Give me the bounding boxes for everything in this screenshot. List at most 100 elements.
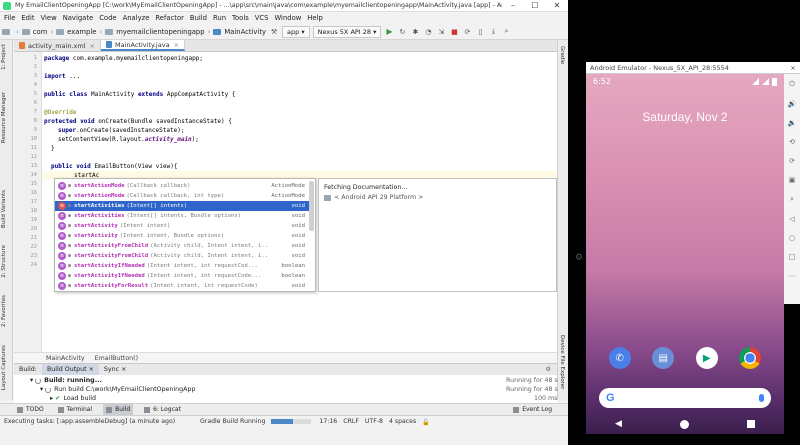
hammer-icon[interactable]: ⚒ bbox=[269, 27, 279, 37]
gear-icon[interactable]: ⚙ bbox=[575, 253, 583, 263]
suggestion-item[interactable]: m ● startActionMode (Callback callback) Acti… bbox=[55, 181, 309, 191]
suggestion-item[interactable]: m ● startActivityIfNeeded (Intent intent, i… bbox=[55, 261, 309, 271]
messages-app-icon[interactable]: ▤ bbox=[652, 347, 675, 369]
autocomplete-popup[interactable]: m ● startActionMode (Callback callback) Acti… bbox=[54, 178, 316, 292]
suggestion-item[interactable]: m ● startActivityIfNeeded (Intent intent, i… bbox=[55, 271, 309, 281]
maximize-button[interactable]: ☐ bbox=[524, 0, 546, 12]
volume-down-icon[interactable]: 🔉 bbox=[788, 119, 797, 127]
suggestion-item[interactable]: m ● startActivityFromChild (Activity child,… bbox=[55, 251, 309, 261]
rotate-left-icon[interactable]: ⟲ bbox=[789, 138, 795, 146]
tool-resource-manager[interactable]: Resource Manager bbox=[1, 92, 7, 143]
suggestion-item[interactable]: m ● startActionMode (Callback callback, int… bbox=[55, 191, 309, 201]
minimize-button[interactable]: – bbox=[502, 0, 524, 12]
editor-breadcrumb-method[interactable]: EmailButton() bbox=[95, 355, 138, 362]
menu-code[interactable]: Code bbox=[99, 14, 116, 22]
menu-window[interactable]: Window bbox=[274, 14, 301, 22]
home-icon[interactable] bbox=[679, 419, 689, 429]
search-icon[interactable]: ⌕ bbox=[501, 27, 511, 37]
tool-favorites[interactable]: 2: Favorites bbox=[1, 295, 7, 327]
module-select[interactable]: app ▾ bbox=[282, 25, 310, 38]
build-row-load[interactable]: ▸ ✔ Load build bbox=[50, 395, 96, 402]
tool-todo[interactable]: TODO bbox=[14, 404, 47, 415]
menu-build[interactable]: Build bbox=[190, 14, 207, 22]
file-encoding[interactable]: UTF-8 bbox=[365, 418, 383, 425]
zoom-icon[interactable]: ⌕ bbox=[790, 195, 794, 204]
play-store-icon[interactable]: ▶ bbox=[695, 347, 718, 369]
emulator-close-button[interactable]: × bbox=[786, 64, 800, 72]
lock-icon[interactable]: 🔓 bbox=[422, 418, 430, 426]
breadcrumb-example[interactable]: example bbox=[56, 28, 96, 36]
tool-build-variants[interactable]: Build Variants bbox=[1, 190, 7, 228]
google-search-bar[interactable]: G bbox=[599, 388, 771, 408]
line-separator[interactable]: CRLF bbox=[343, 418, 359, 425]
close-tab-icon[interactable]: × bbox=[90, 42, 95, 50]
suggestion-item[interactable]: m ● startActivities (Intent[] intents, Bund… bbox=[55, 211, 309, 221]
power-icon[interactable]: ⏻ bbox=[789, 80, 795, 89]
debug-icon[interactable]: ✱ bbox=[410, 27, 420, 37]
microphone-icon[interactable] bbox=[759, 394, 764, 402]
tool-build[interactable]: Build bbox=[103, 404, 134, 415]
close-button[interactable]: ✕ bbox=[546, 0, 568, 12]
tool-device-file-explorer[interactable]: Device File Explorer bbox=[559, 335, 565, 389]
profile-icon[interactable]: ◔ bbox=[423, 27, 433, 37]
home-icon[interactable]: ○ bbox=[789, 234, 795, 242]
stop-icon[interactable]: ■ bbox=[449, 27, 459, 37]
chrome-icon[interactable] bbox=[739, 347, 762, 369]
sdk-manager-icon[interactable]: ⤓ bbox=[488, 27, 498, 37]
suggestion-item[interactable]: m ● startActivity (Intent intent, Bundle op… bbox=[55, 231, 309, 241]
breadcrumb-app-root[interactable] bbox=[2, 28, 13, 35]
breadcrumb-com[interactable]: com bbox=[21, 28, 47, 36]
sync-icon[interactable]: ⟳ bbox=[462, 27, 472, 37]
tab-sync[interactable]: Sync × bbox=[99, 366, 131, 373]
tab-mainactivity-java[interactable]: MainActivity.java × bbox=[100, 40, 186, 51]
device-select[interactable]: Nexus 5X API 28 ▾ bbox=[312, 25, 382, 38]
volume-up-icon[interactable]: 🔊 bbox=[788, 100, 797, 108]
menu-tools[interactable]: Tools bbox=[232, 14, 249, 22]
menu-refactor[interactable]: Refactor bbox=[155, 14, 184, 22]
suggestion-item[interactable]: m ● startActivities (Intent[] intents) void bbox=[55, 201, 309, 211]
menu-navigate[interactable]: Navigate bbox=[63, 14, 94, 22]
more-icon[interactable]: ⋯ bbox=[789, 272, 796, 280]
menu-help[interactable]: Help bbox=[307, 14, 323, 22]
breadcrumb-mainactivity[interactable]: MainActivity bbox=[213, 28, 266, 36]
tool-structure[interactable]: 2: Structure bbox=[1, 245, 7, 278]
tool-terminal[interactable]: Terminal bbox=[55, 404, 95, 415]
popup-scrollbar[interactable] bbox=[309, 181, 314, 231]
tab-activity-main-xml[interactable]: activity_main.xml × bbox=[14, 40, 101, 51]
menu-file[interactable]: File bbox=[4, 14, 15, 22]
overview-icon[interactable]: □ bbox=[789, 253, 796, 261]
rotate-right-icon[interactable]: ⟳ bbox=[789, 157, 795, 165]
suggestion-item[interactable]: m ● startActivityFromChild (Activity child,… bbox=[55, 241, 309, 251]
attach-debugger-icon[interactable]: ⇲ bbox=[436, 27, 446, 37]
suggestion-item[interactable]: m ● startActivity (Intent intent) void bbox=[55, 221, 309, 231]
gear-icon[interactable]: ⚙ bbox=[545, 366, 551, 373]
menu-vcs[interactable]: VCS bbox=[255, 14, 269, 22]
menu-run[interactable]: Run bbox=[213, 14, 226, 22]
caret-position[interactable]: 17:16 bbox=[319, 418, 337, 425]
status-message[interactable]: Executing tasks: [:app:assembleDebug] (a… bbox=[4, 418, 194, 425]
tab-build-output[interactable]: Build Output × bbox=[41, 364, 99, 375]
build-row-status[interactable]: ▾ Build: running... bbox=[30, 377, 102, 384]
back-icon[interactable]: ◀ bbox=[615, 419, 622, 429]
menu-analyze[interactable]: Analyze bbox=[123, 14, 150, 22]
menu-view[interactable]: View bbox=[41, 14, 57, 22]
menu-edit[interactable]: Edit bbox=[21, 14, 34, 22]
emulator-screen[interactable]: 6:52 Saturday, Nov 2 ✆ ▤ ▶ G ◀ bbox=[586, 74, 784, 434]
home-date[interactable]: Saturday, Nov 2 bbox=[586, 110, 784, 124]
screenshot-icon[interactable]: ▣ bbox=[789, 176, 796, 184]
build-row-run[interactable]: ▾ Run build C:\work\MyEmailClientOpeningA… bbox=[40, 386, 195, 393]
apply-changes-icon[interactable]: ↻ bbox=[397, 27, 407, 37]
breadcrumb-package[interactable]: myemailclientopeningapp bbox=[105, 28, 205, 36]
tool-logcat[interactable]: 6: Logcat bbox=[141, 404, 184, 415]
run-icon[interactable]: ▶ bbox=[384, 27, 394, 37]
tool-gradle[interactable]: Gradle bbox=[559, 46, 565, 64]
suggestion-item[interactable]: m ● startActivityForResult (Intent intent, … bbox=[55, 281, 309, 291]
tool-layout-captures[interactable]: Layout Captures bbox=[1, 345, 7, 390]
tool-project[interactable]: 1: Project bbox=[1, 44, 7, 70]
indent-setting[interactable]: 4 spaces bbox=[389, 418, 416, 425]
editor-breadcrumb-class[interactable]: MainActivity bbox=[46, 355, 85, 362]
phone-app-icon[interactable]: ✆ bbox=[608, 347, 631, 369]
back-icon[interactable]: ◁ bbox=[789, 215, 794, 223]
tool-event-log[interactable]: Event Log bbox=[513, 406, 552, 413]
close-tab-icon[interactable]: × bbox=[174, 41, 179, 49]
